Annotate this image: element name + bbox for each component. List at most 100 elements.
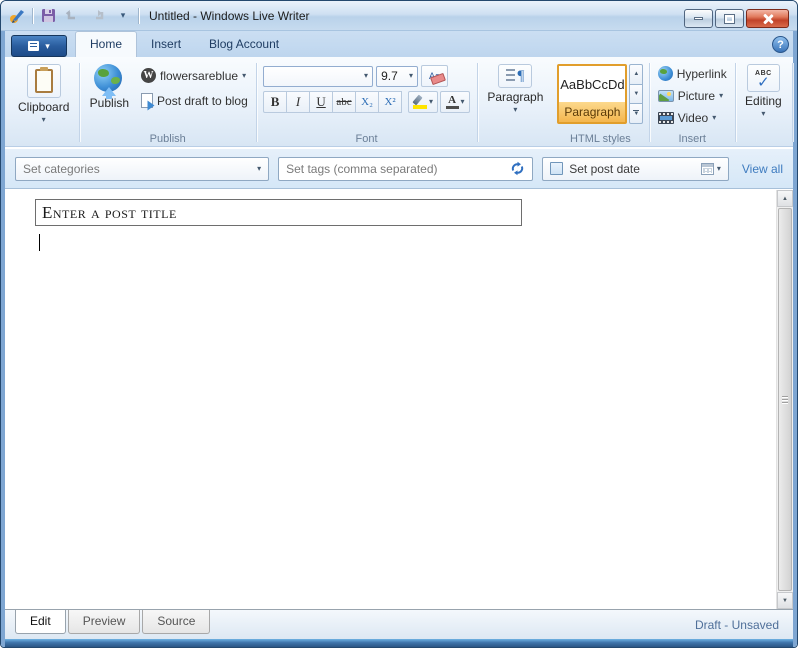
paragraph-icon-box: ¶ xyxy=(498,64,533,88)
style-preview: AaBbCcDd xyxy=(560,76,625,92)
tags-input[interactable] xyxy=(286,161,511,176)
chevron-down-icon: ▾ xyxy=(41,115,46,124)
undo-icon[interactable] xyxy=(63,7,83,25)
editing-button[interactable]: ABC ✓ Editing ▾ xyxy=(740,62,787,120)
clipboard-button[interactable]: Clipboard ▾ xyxy=(13,62,74,126)
close-icon xyxy=(762,13,773,24)
scrollbar-grip xyxy=(782,395,788,404)
chevron-down-icon: ▾ xyxy=(257,163,262,173)
chevron-down-icon: ▾ xyxy=(712,113,717,122)
tab-insert[interactable]: Insert xyxy=(137,32,195,57)
set-categories-dropdown[interactable]: Set categories ▾ xyxy=(15,156,270,181)
blog-account-selector[interactable]: W flowersareblue ▾ xyxy=(138,66,251,85)
refresh-tags-icon[interactable] xyxy=(510,161,525,176)
paragraph-icon: ¶ xyxy=(506,69,524,84)
help-button[interactable]: ? xyxy=(772,36,789,53)
set-tags-field[interactable] xyxy=(278,156,534,181)
view-tab-edit[interactable]: Edit xyxy=(15,610,66,634)
highlight-color-button[interactable]: ▾ xyxy=(408,91,439,113)
insert-group-label: Insert xyxy=(678,133,706,145)
post-title-field[interactable]: Enter a post title xyxy=(35,199,522,226)
style-item-paragraph[interactable]: AaBbCcDd Paragraph xyxy=(557,64,628,124)
minimize-icon xyxy=(694,17,703,20)
set-post-date-control[interactable]: Set post date ▾ xyxy=(542,156,729,181)
editing-label: Editing xyxy=(745,94,782,108)
tab-blog-account[interactable]: Blog Account xyxy=(195,32,293,57)
text-cursor xyxy=(39,234,40,251)
app-icon xyxy=(7,7,27,25)
font-name-combobox[interactable]: ▾ xyxy=(263,65,374,87)
view-tab-preview[interactable]: Preview xyxy=(67,610,141,634)
italic-button[interactable]: I xyxy=(286,91,311,113)
app-window: ▾ Untitled - Windows Live Writer ▾ Home … xyxy=(0,0,798,648)
clear-formatting-button[interactable]: Aa xyxy=(421,65,449,87)
vertical-scrollbar[interactable]: ▲ ▼ xyxy=(776,190,793,609)
help-icon: ? xyxy=(777,38,784,51)
post-date-checkbox[interactable] xyxy=(550,162,564,175)
save-icon[interactable] xyxy=(38,7,58,25)
ribbon-group-html-styles: AaBbCcDd Paragraph ▲ ▼ ▼ HTML styles xyxy=(552,60,648,146)
picture-icon xyxy=(657,90,674,102)
view-tab-source[interactable]: Source xyxy=(142,610,211,634)
ribbon-group-paragraph: ¶ Paragraph ▾ xyxy=(478,60,552,146)
maximize-icon xyxy=(724,13,735,24)
picture-label: Picture xyxy=(677,89,716,103)
chevron-down-icon: ▾ xyxy=(45,40,50,51)
style-name: Paragraph xyxy=(559,102,626,122)
post-properties-bar: Set categories ▾ Set post date xyxy=(5,148,793,189)
arrow-up-icon: ▲ xyxy=(782,195,788,202)
chevron-down-icon: ▾ xyxy=(761,109,766,118)
ribbon-group-publish: Publish W flowersareblue ▾ Post draft to… xyxy=(81,60,255,146)
subscript-button[interactable]: X₂ xyxy=(355,91,380,113)
maximize-button[interactable] xyxy=(715,9,744,28)
calendar-icon xyxy=(700,162,714,175)
scroll-up-button[interactable]: ▲ xyxy=(777,190,793,207)
arrow-up-icon: ▲ xyxy=(633,71,640,78)
scroll-down-button[interactable]: ▼ xyxy=(777,592,793,609)
categories-placeholder: Set categories xyxy=(23,161,100,176)
ribbon: Clipboard ▾ Publish W flowersareblue ▾ P… xyxy=(5,57,793,147)
publish-button[interactable]: Publish xyxy=(85,62,134,132)
toolbar-separator xyxy=(138,7,139,24)
chevron-down-icon: ▾ xyxy=(364,71,369,80)
minimize-button[interactable] xyxy=(684,9,713,28)
insert-picture-button[interactable]: Picture ▾ xyxy=(655,87,730,105)
font-size-value: 9.7 xyxy=(381,69,398,83)
font-size-combobox[interactable]: 9.7 ▾ xyxy=(376,65,419,87)
post-editor[interactable]: Enter a post title ▲ ▼ xyxy=(5,190,793,609)
editing-icon-box: ABC ✓ xyxy=(747,64,780,92)
window-controls xyxy=(684,9,789,28)
post-draft-to-blog-button[interactable]: Post draft to blog xyxy=(138,91,251,110)
close-button[interactable] xyxy=(746,9,789,28)
ribbon-group-editing: ABC ✓ Editing ▾ xyxy=(736,60,791,146)
paragraph-button[interactable]: ¶ Paragraph ▾ xyxy=(482,62,548,116)
spellcheck-icon: ABC ✓ xyxy=(755,70,772,91)
chevron-down-icon: ▾ xyxy=(719,91,724,100)
clipboard-icon-box xyxy=(26,64,61,98)
view-all-link[interactable]: View all xyxy=(742,162,783,176)
publish-globe-icon xyxy=(94,64,124,99)
gallery-scroll-down-button[interactable]: ▼ xyxy=(629,83,644,105)
chevron-down-icon: ▾ xyxy=(120,10,126,20)
bold-button[interactable]: B xyxy=(263,91,288,113)
superscript-button[interactable]: X² xyxy=(378,91,403,113)
application-menu-button[interactable]: ▾ xyxy=(11,35,67,57)
redo-icon[interactable] xyxy=(88,7,108,25)
customize-toolbar-dropdown[interactable]: ▾ xyxy=(113,7,133,25)
insert-video-button[interactable]: Video ▾ xyxy=(655,109,730,127)
font-color-button[interactable]: A ▾ xyxy=(440,91,471,113)
paragraph-label: Paragraph xyxy=(487,90,544,104)
scrollbar-thumb[interactable] xyxy=(778,208,792,591)
insert-hyperlink-button[interactable]: Hyperlink xyxy=(655,64,730,83)
window-title: Untitled - Windows Live Writer xyxy=(149,8,310,23)
chevron-down-icon: ▾ xyxy=(513,105,518,114)
post-date-label: Set post date xyxy=(569,161,640,176)
gallery-scroll-up-button[interactable]: ▲ xyxy=(629,64,644,85)
highlighter-icon xyxy=(412,94,428,109)
clear-formatting-icon: Aa xyxy=(429,71,441,81)
title-bar[interactable]: ▾ Untitled - Windows Live Writer xyxy=(1,1,797,31)
underline-button[interactable]: U xyxy=(309,91,334,113)
strikethrough-button[interactable]: abc xyxy=(332,91,357,113)
gallery-more-button[interactable]: ▼ xyxy=(629,103,644,125)
tab-home[interactable]: Home xyxy=(75,31,138,57)
